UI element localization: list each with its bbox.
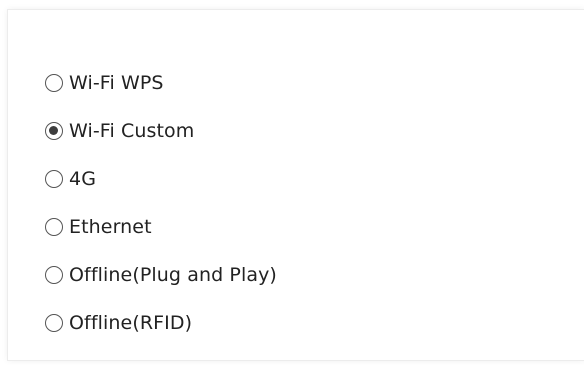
- radio-button-icon[interactable]: [45, 170, 63, 188]
- option-wifi-custom[interactable]: Wi-Fi Custom: [45, 115, 277, 147]
- option-offline-rfid[interactable]: Offline(RFID): [45, 307, 277, 339]
- radio-button-icon[interactable]: [45, 218, 63, 236]
- option-offline-plug-and-play[interactable]: Offline(Plug and Play): [45, 259, 277, 291]
- radio-button-selected-icon[interactable]: [45, 122, 63, 140]
- option-wifi-wps[interactable]: Wi-Fi WPS: [45, 67, 277, 99]
- option-label: Ethernet: [69, 216, 152, 238]
- radio-button-icon[interactable]: [45, 74, 63, 92]
- option-label: Wi-Fi WPS: [69, 72, 164, 94]
- radio-button-icon[interactable]: [45, 314, 63, 332]
- option-label: Offline(Plug and Play): [69, 264, 277, 286]
- option-ethernet[interactable]: Ethernet: [45, 211, 277, 243]
- option-label: Offline(RFID): [69, 312, 193, 334]
- option-label: 4G: [69, 168, 97, 190]
- option-4g[interactable]: 4G: [45, 163, 277, 195]
- connection-mode-panel: Wi-Fi WPS Wi-Fi Custom 4G Ethernet Offli…: [7, 9, 584, 361]
- option-label: Wi-Fi Custom: [69, 120, 195, 142]
- connection-mode-radio-group: Wi-Fi WPS Wi-Fi Custom 4G Ethernet Offli…: [45, 67, 277, 339]
- radio-button-icon[interactable]: [45, 266, 63, 284]
